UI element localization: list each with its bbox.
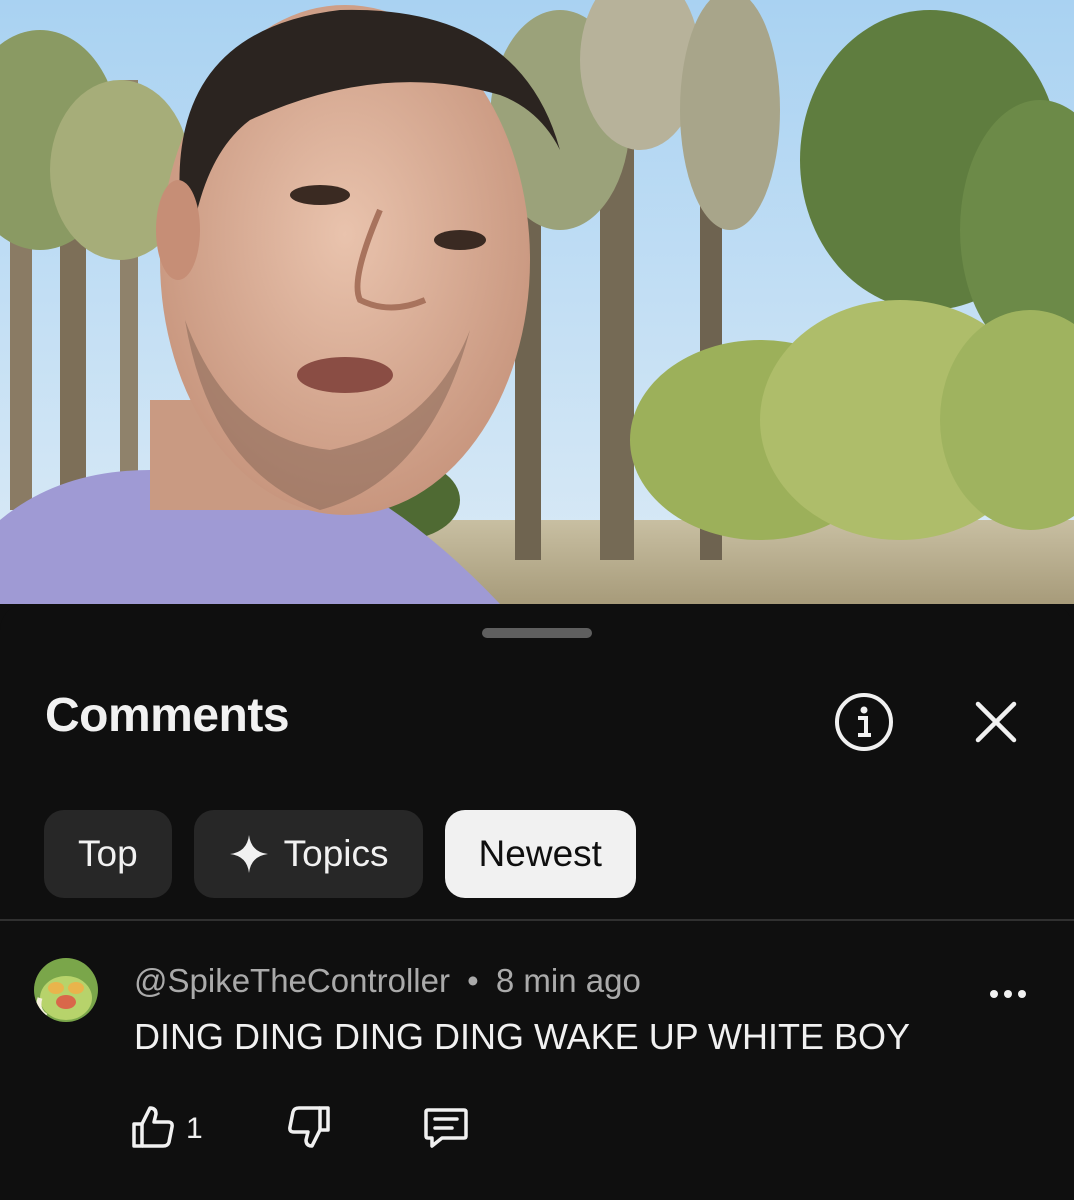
- close-icon[interactable]: [964, 690, 1028, 754]
- meta-separator: •: [467, 962, 479, 999]
- info-icon[interactable]: [832, 690, 896, 754]
- reply-button[interactable]: [422, 1104, 470, 1154]
- comment-time: 8 min ago: [495, 962, 641, 999]
- sort-filter-chips: Top Topics Newest: [44, 810, 636, 898]
- chip-topics[interactable]: Topics: [193, 810, 423, 898]
- comments-title: Comments: [45, 689, 290, 742]
- chip-newest[interactable]: Newest: [444, 810, 636, 898]
- dislike-button[interactable]: [286, 1104, 332, 1154]
- like-count: 1: [186, 1112, 203, 1145]
- thumbs-down-icon: [286, 1104, 332, 1155]
- chip-topics-label: Topics: [283, 833, 389, 874]
- comment-text: DING DING DING DING WAKE UP WHITE BOY: [134, 1016, 911, 1057]
- drag-handle[interactable]: [482, 628, 592, 638]
- like-button[interactable]: 1: [130, 1104, 203, 1154]
- chip-top-label: Top: [78, 833, 138, 874]
- comment-actions: 1: [130, 1104, 530, 1154]
- video-player[interactable]: [0, 0, 1074, 604]
- more-icon[interactable]: [978, 974, 1038, 1014]
- sparkle-icon: [228, 833, 270, 875]
- divider: [0, 919, 1074, 921]
- thumbs-up-icon: [130, 1104, 176, 1155]
- chip-newest-label: Newest: [478, 833, 602, 874]
- reply-icon: [422, 1104, 470, 1155]
- comment-meta: @SpikeTheController • 8 min ago: [134, 962, 641, 1000]
- comment-author[interactable]: @SpikeTheController: [134, 962, 450, 999]
- video-frame: [0, 0, 1074, 604]
- chip-top[interactable]: Top: [44, 810, 172, 898]
- avatar[interactable]: [34, 958, 98, 1022]
- comments-sheet: Comments Top Topics Newest @SpikeTheCont…: [0, 604, 1074, 1200]
